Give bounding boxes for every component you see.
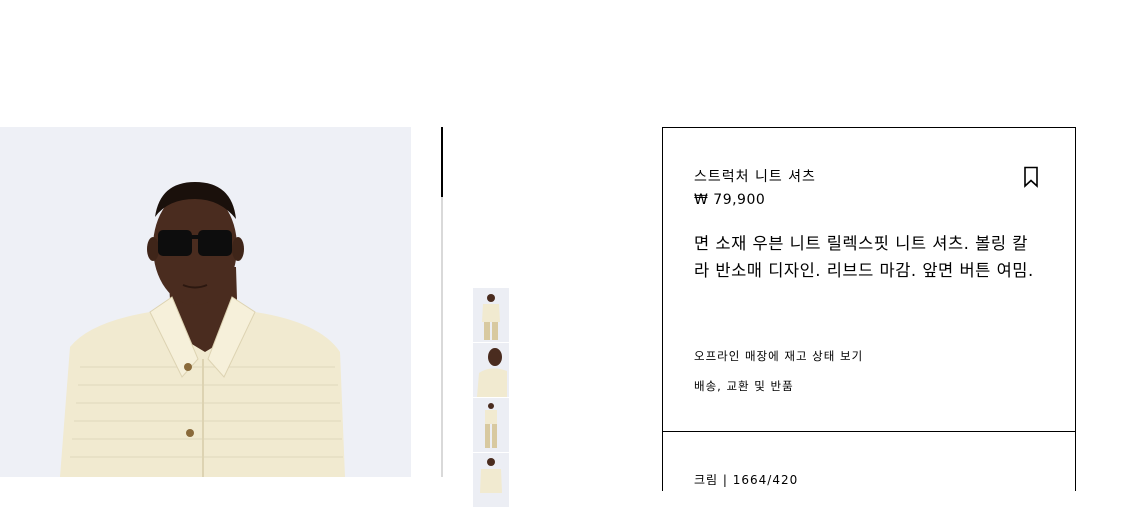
model-photo	[0, 127, 411, 477]
product-info-panel: 스트럭처 니트 셔츠 ₩ 79,900 면 소재 우븐 니트 릴렉스핏 니트 셔…	[662, 127, 1076, 432]
product-main-image[interactable]	[0, 127, 411, 477]
store-stock-link[interactable]: 오프라인 매장에 재고 상태 보기	[694, 348, 863, 364]
product-colour-reference: 크림 | 1664/420	[694, 473, 799, 487]
product-price: ₩ 79,900	[694, 192, 766, 208]
thumbnail-list	[473, 288, 509, 508]
shipping-returns-link[interactable]: 배송, 교환 및 반품	[694, 378, 794, 394]
product-options-panel: 크림 | 1664/420	[662, 431, 1076, 491]
bookmark-icon[interactable]	[1023, 166, 1039, 188]
thumbnail-1[interactable]	[473, 288, 509, 342]
thumbnail-4[interactable]	[473, 453, 509, 507]
gallery-scroll-thumb[interactable]	[441, 127, 443, 197]
product-name: 스트럭처 니트 셔츠	[694, 169, 816, 185]
thumbnail-2[interactable]	[473, 343, 509, 397]
product-description: 면 소재 우븐 니트 릴렉스핏 니트 셔츠. 볼링 칼라 반소매 디자인. 리브…	[694, 234, 1034, 280]
thumbnail-3[interactable]	[473, 398, 509, 452]
